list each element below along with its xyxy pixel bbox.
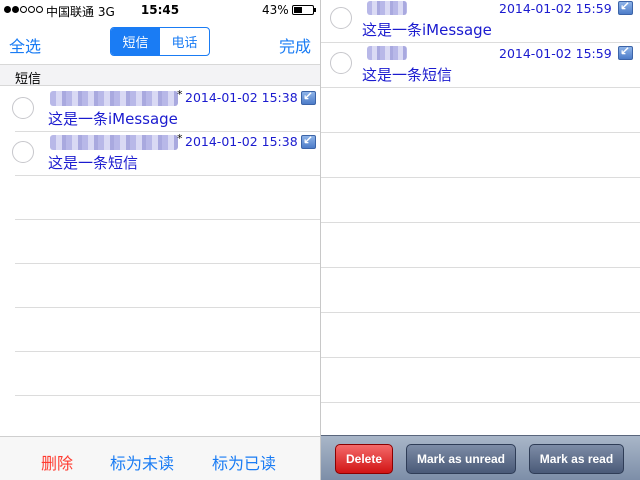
edit-toolbar: Delete Mark as unread Mark as read [321,435,640,480]
empty-row-divider [321,222,640,223]
message-date: 2014-01-02 15:38 [185,90,298,105]
empty-row-divider [15,351,320,352]
ios6-panel: 2014-01-02 15:59 这是一条iMessage 2014-01-02… [320,0,640,480]
segmented-control: 短信 电话 [110,27,210,56]
empty-row-divider [321,357,640,358]
empty-row-divider [321,132,640,133]
reply-arrow-icon[interactable] [618,44,633,60]
radio-circle-icon[interactable] [12,141,34,163]
section-header: 短信 [0,64,320,87]
empty-row-divider [321,177,640,178]
sender-redacted [367,1,407,15]
radio-circle-icon[interactable] [12,97,34,119]
radio-circle-icon[interactable] [330,52,352,74]
sender-redacted [50,135,178,150]
select-all-button[interactable]: 全选 [9,33,41,57]
ios7-panel: 中国联通 3G 15:45 43% 全选 短信 电话 完成 短信 * 2014-… [0,0,320,480]
radio-circle-icon[interactable] [330,7,352,29]
empty-row-divider [15,219,320,220]
message-row[interactable]: * 2014-01-02 15:38 这是一条短信 [0,132,320,176]
empty-row-divider [321,402,640,403]
empty-row-divider [321,312,640,313]
edit-toolbar: 删除 标为未读 标为已读 [0,436,320,480]
sender-redacted [50,91,178,106]
empty-row-divider [321,267,640,268]
mark-unread-button[interactable]: Mark as unread [406,444,516,474]
status-bar: 中国联通 3G 15:45 43% [0,0,320,20]
battery-percent: 43% [262,3,289,17]
message-body: 这是一条iMessage [362,21,492,39]
empty-row-divider [15,395,320,396]
tab-calls[interactable]: 电话 [160,28,209,55]
empty-row-divider [15,307,320,308]
mark-read-button[interactable]: 标为已读 [212,450,276,474]
message-body: 这是一条iMessage [48,110,178,128]
reply-arrow-icon[interactable] [301,133,316,149]
delete-button[interactable]: 删除 [41,450,73,474]
empty-row-divider [15,263,320,264]
message-date: 2014-01-02 15:59 [499,46,612,61]
unread-star: * [177,88,183,101]
done-button[interactable]: 完成 [279,33,311,57]
message-row[interactable]: 2014-01-02 15:59 这是一条iMessage [321,0,640,43]
mark-read-button[interactable]: Mark as read [529,444,624,474]
sender-redacted [367,46,407,60]
delete-button[interactable]: Delete [335,444,393,474]
message-date: 2014-01-02 15:38 [185,134,298,149]
message-body: 这是一条短信 [362,66,453,84]
battery-icon [292,5,316,15]
navigation-bar: 全选 短信 电话 完成 [0,20,320,64]
mark-unread-button[interactable]: 标为未读 [110,450,174,474]
screen: 中国联通 3G 15:45 43% 全选 短信 电话 完成 短信 * 2014-… [0,0,640,480]
reply-arrow-icon[interactable] [301,89,316,105]
unread-star: * [177,132,183,145]
message-date: 2014-01-02 15:59 [499,1,612,16]
tab-sms[interactable]: 短信 [111,28,160,55]
reply-arrow-icon[interactable] [618,0,633,15]
message-row[interactable]: * 2014-01-02 15:38 这是一条iMessage [0,88,320,132]
message-body: 这是一条短信 [48,154,139,172]
message-row[interactable]: 2014-01-02 15:59 这是一条短信 [321,43,640,88]
